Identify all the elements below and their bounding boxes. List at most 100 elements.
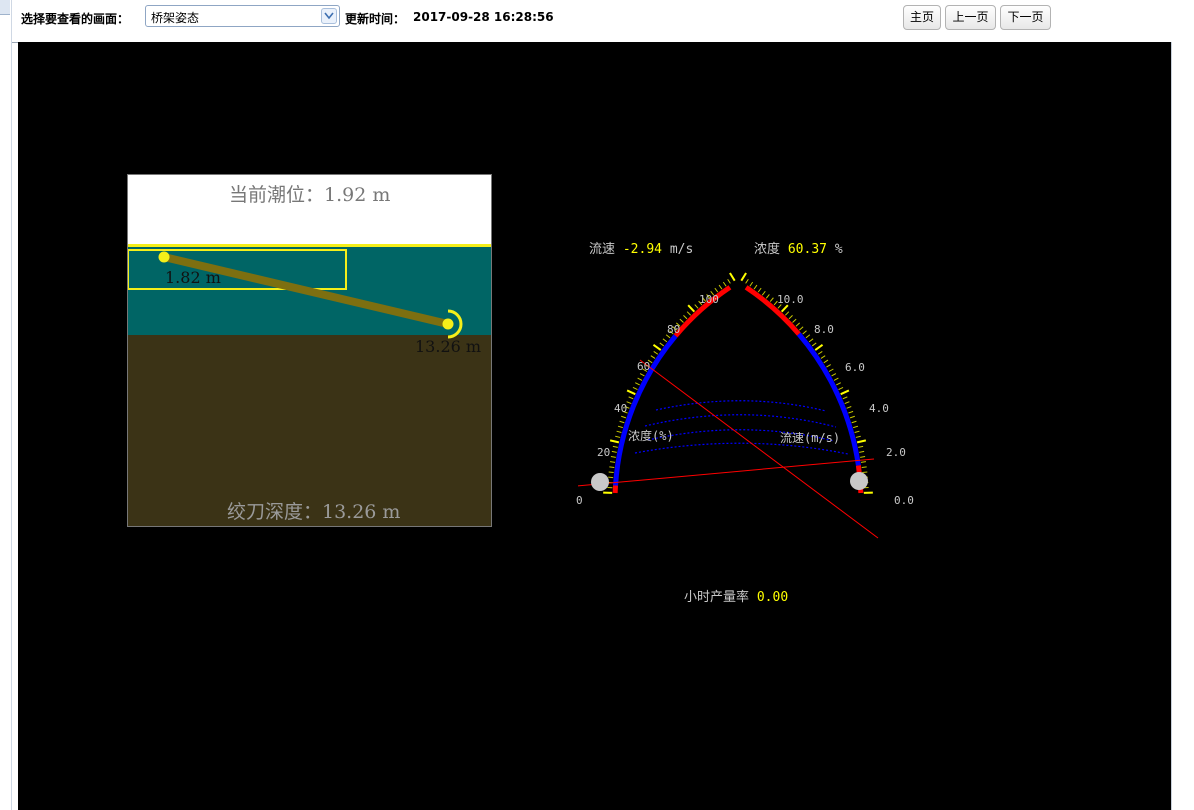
left-tick-100: 100 — [699, 293, 719, 306]
density-minor-tick — [722, 281, 727, 287]
density-needle — [639, 359, 879, 539]
density-major-tick — [687, 304, 696, 313]
velocity-minor-tick — [799, 326, 804, 331]
density-minor-tick — [659, 342, 665, 347]
right-frame-edge — [1171, 42, 1194, 810]
prev-page-button[interactable]: 上一页 — [945, 5, 996, 30]
velocity-minor-tick — [792, 318, 797, 323]
density-minor-tick — [615, 435, 621, 438]
frame-tab[interactable] — [0, 0, 10, 15]
bridge-attitude-panel: 当前潮位：1.92 m 1.82 m 13.26 m 绞刀深度：13.26 m — [127, 174, 492, 527]
bridge-length-text: 1.82 m — [165, 268, 221, 287]
velocity-minor-tick — [761, 290, 766, 296]
velocity-minor-tick — [805, 334, 811, 339]
flow-arc-2 — [644, 414, 837, 428]
density-minor-tick — [653, 351, 659, 355]
update-time-value: 2017-09-28 16:28:56 — [413, 10, 554, 24]
right-tick-4: 4.0 — [869, 402, 889, 415]
cutter-depth-text: 绞刀深度：13.26 m — [227, 501, 401, 523]
cutter-depth-label: 13.26 m — [415, 337, 482, 356]
density-minor-tick — [639, 373, 645, 377]
chevron-down-icon[interactable] — [321, 8, 337, 24]
velocity-minor-tick — [858, 445, 864, 448]
velocity-minor-tick — [826, 364, 831, 368]
density-minor-tick — [694, 304, 699, 309]
velocity-minor-tick — [833, 377, 839, 381]
velocity-major-tick — [814, 344, 824, 351]
velocity-major-tick — [856, 439, 867, 444]
density-minor-tick — [650, 355, 656, 359]
density-major-tick — [609, 439, 620, 444]
density-minor-tick — [621, 415, 627, 419]
toolbar: 选择要查看的画面： 桥架姿态 更新时间： 2017-09-28 16:28:56… — [12, 0, 1172, 43]
pivot-point — [158, 251, 170, 263]
density-major-tick — [729, 272, 736, 282]
velocity-minor-tick — [831, 373, 837, 377]
density-minor-tick — [617, 425, 623, 429]
density-minor-tick — [635, 382, 640, 386]
velocity-minor-tick — [784, 311, 790, 316]
velocity-arc-label: 流速(m/s) — [780, 431, 841, 445]
density-major-tick — [652, 344, 662, 351]
density-value: 60.37 — [787, 242, 827, 257]
density-arc-label: 浓度(%) — [628, 429, 674, 443]
hourly-output-readout: 小时产量率 0.00 — [684, 590, 789, 605]
gauge-svg — [578, 272, 879, 539]
velocity-minor-tick — [802, 330, 807, 335]
velocity-minor-tick — [842, 396, 848, 400]
density-unit: % — [834, 242, 843, 257]
velocity-major-tick — [840, 389, 850, 396]
velocity-minor-tick — [757, 287, 762, 293]
density-minor-tick — [626, 401, 632, 405]
cutter-point — [442, 318, 454, 330]
update-time-label: 更新时间： — [345, 12, 406, 26]
right-tick-6: 6.0 — [845, 361, 865, 374]
velocity-minor-tick — [846, 406, 852, 409]
left-tick-20: 20 — [597, 446, 611, 459]
density-minor-tick — [679, 318, 684, 323]
right-tick-10: 10.0 — [777, 293, 804, 306]
velocity-minor-tick — [753, 284, 758, 290]
density-minor-tick — [686, 311, 692, 316]
velocity-minor-tick — [788, 315, 793, 320]
velocity-minor-tick — [828, 368, 834, 372]
density-major-tick — [626, 389, 636, 396]
velocity-minor-tick — [820, 355, 826, 359]
velocity-minor-tick — [848, 410, 854, 414]
velocity-minor-tick — [853, 425, 859, 429]
velocity-minor-tick — [854, 430, 860, 433]
right-tick-2: 2.0 — [886, 446, 906, 459]
velocity-minor-tick — [855, 435, 861, 438]
velocity-minor-tick — [838, 386, 844, 391]
left-pivot-knob — [591, 473, 609, 491]
right-tick-8: 8.0 — [814, 323, 834, 336]
left-tick-0: 0 — [576, 494, 583, 507]
velocity-minor-tick — [860, 456, 866, 458]
velocity-minor-tick — [844, 401, 850, 405]
view-select-value: 桥架姿态 — [151, 11, 200, 25]
density-minor-tick — [612, 445, 618, 448]
velocity-minor-tick — [817, 351, 823, 355]
next-page-button[interactable]: 下一页 — [1000, 5, 1051, 30]
velocity-minor-tick — [765, 294, 770, 299]
velocity-minor-tick — [860, 461, 867, 463]
density-minor-tick — [662, 338, 668, 343]
velocity-minor-tick — [859, 450, 865, 453]
velocity-unit: m/s — [669, 242, 694, 257]
left-tick-60: 60 — [637, 360, 651, 373]
velocity-minor-tick — [749, 281, 754, 287]
velocity-readout: 流速 -2.94 m/s — [589, 242, 694, 257]
left-tick-40: 40 — [614, 402, 628, 415]
velocity-minor-tick — [769, 297, 774, 302]
velocity-minor-tick — [811, 342, 817, 347]
home-button[interactable]: 主页 — [903, 5, 941, 30]
density-minor-tick — [609, 461, 616, 463]
density-minor-tick — [619, 420, 625, 424]
view-select[interactable]: 桥架姿态 — [145, 5, 340, 27]
velocity-minor-tick — [795, 322, 801, 327]
left-tick-80: 80 — [667, 323, 681, 336]
velocity-minor-tick — [836, 382, 841, 386]
density-minor-tick — [727, 278, 731, 284]
velocity-minor-tick — [823, 359, 829, 364]
velocity-minor-tick — [849, 415, 855, 419]
